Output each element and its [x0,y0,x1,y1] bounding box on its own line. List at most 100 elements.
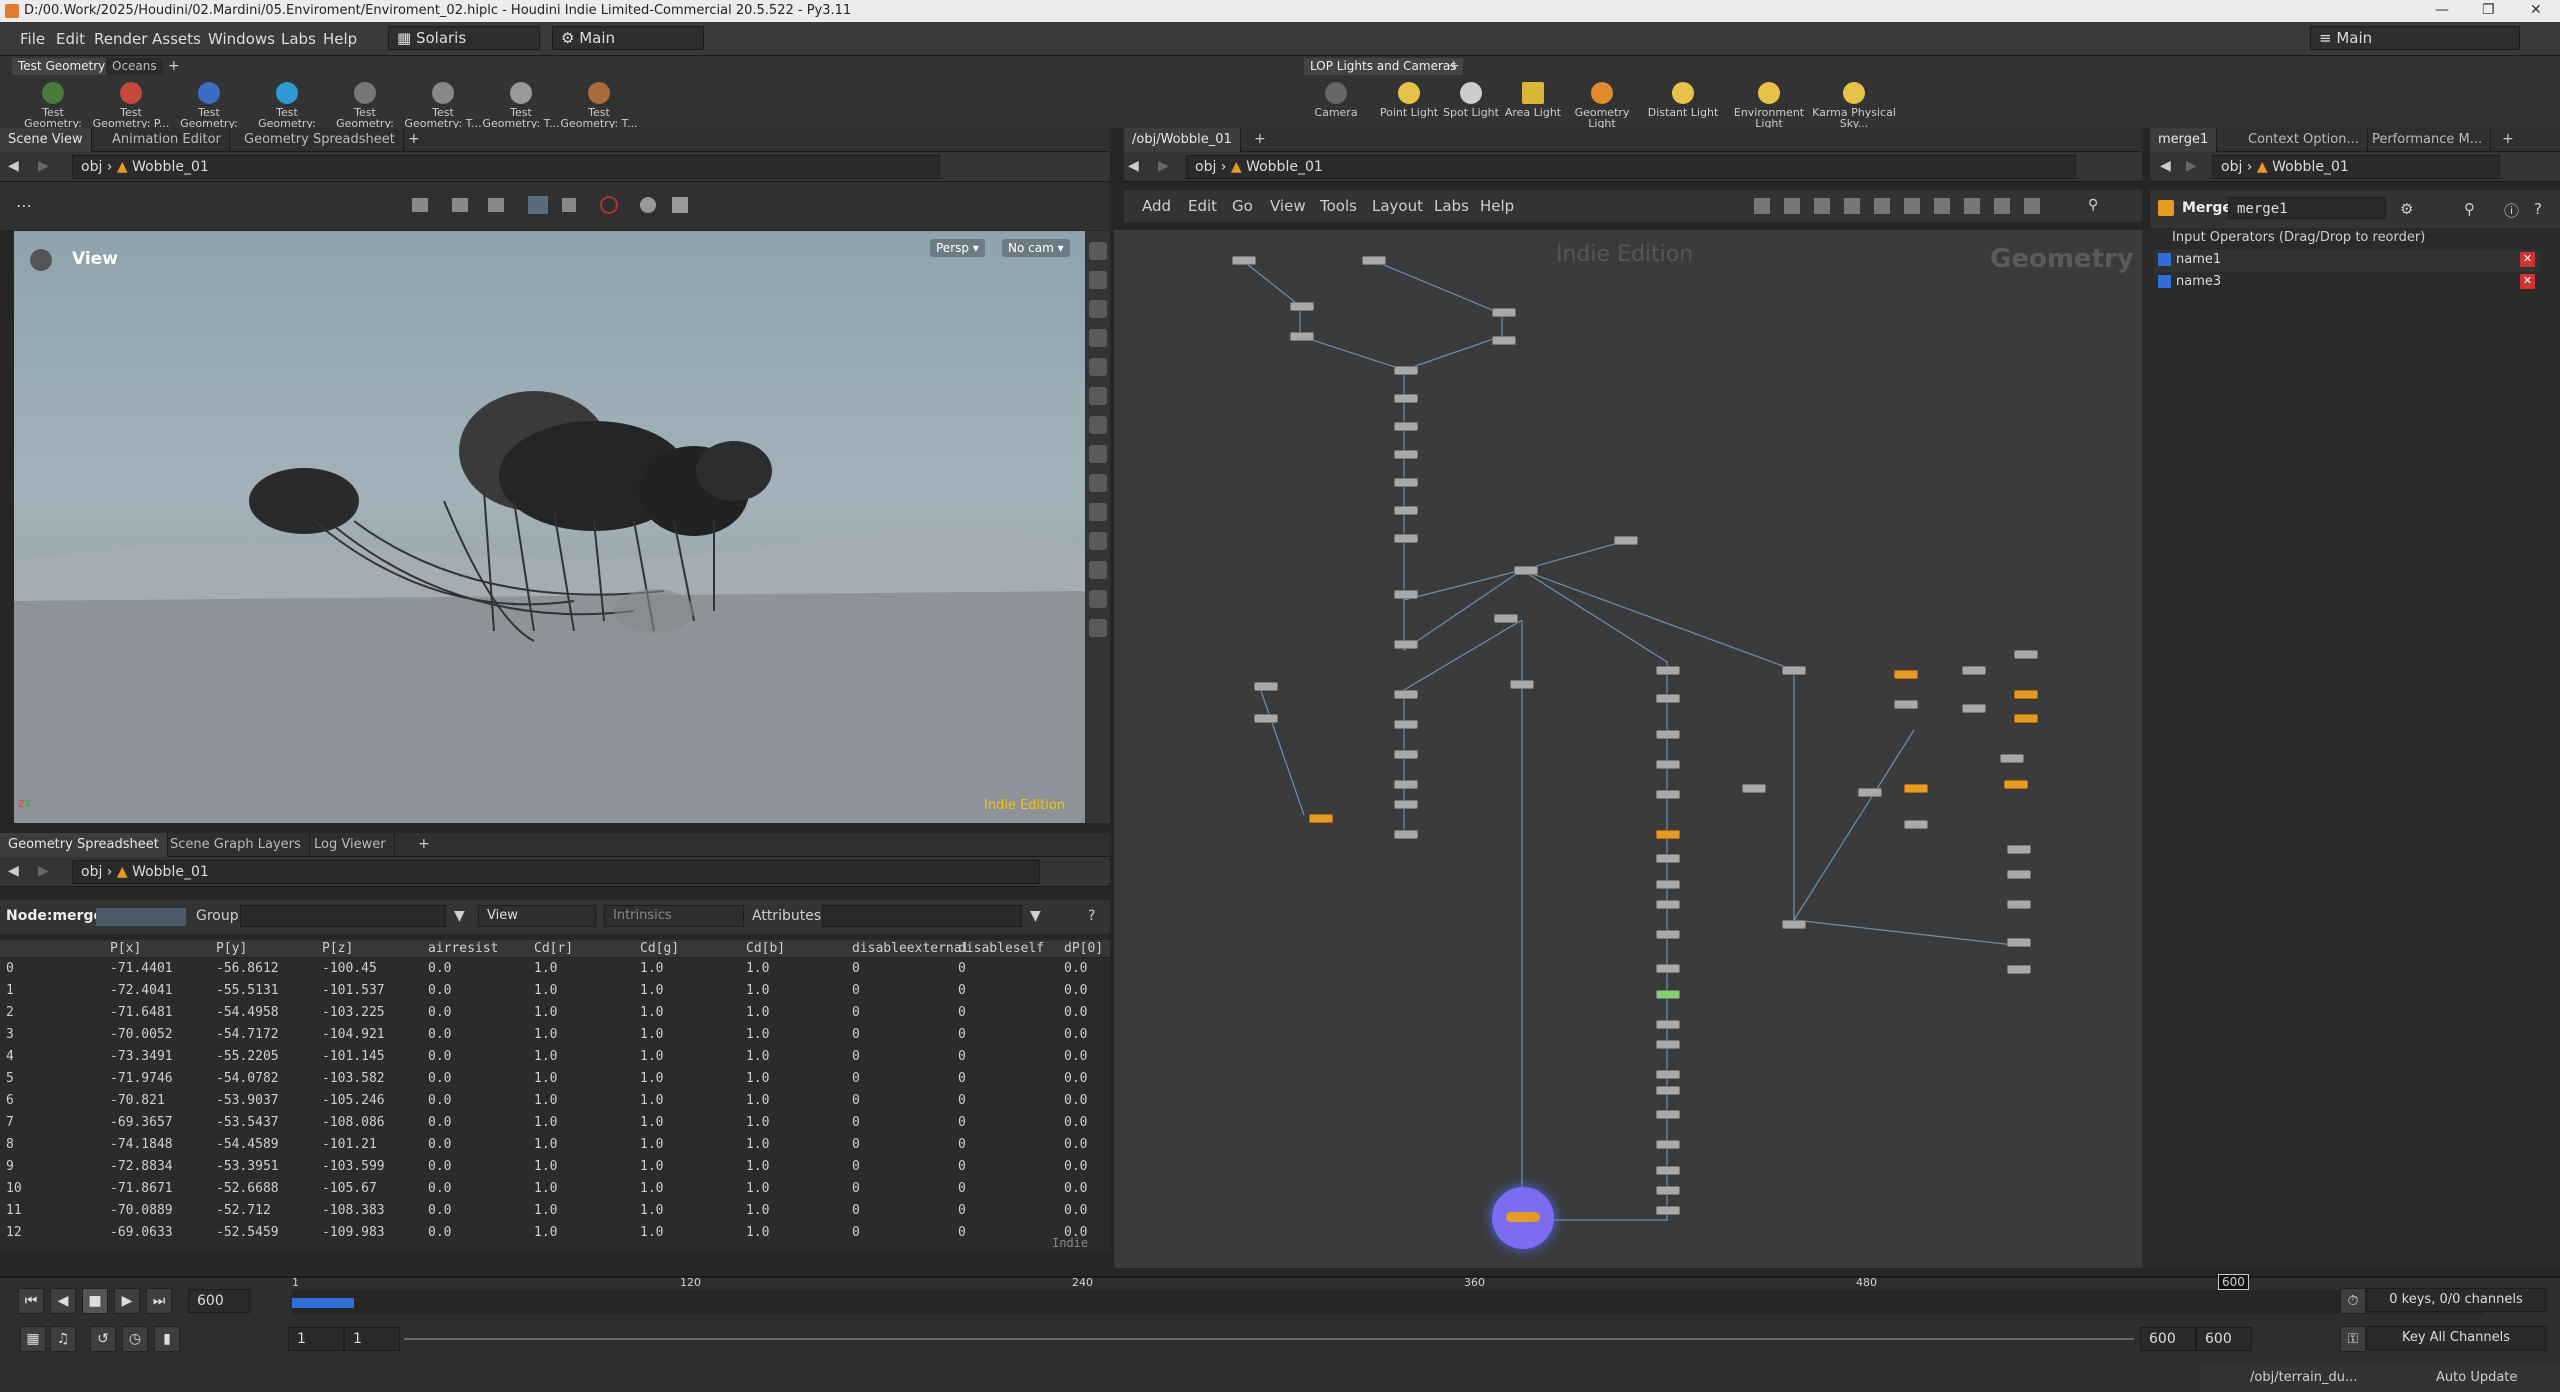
table-row[interactable]: 5 -71.9746 -54.0782 -103.582 0.0 1.0 1.0 1.0 0 0 0… [0,1068,1110,1090]
network-node[interactable] [1394,534,1418,543]
realtime-icon[interactable]: ⏱ [2340,1288,2366,1314]
col-header[interactable]: dP[0] [1064,941,1103,956]
network-node[interactable] [1394,394,1418,403]
col-header[interactable]: P[x] [110,941,141,956]
col-header[interactable]: Cd[r] [534,941,573,956]
input-row[interactable]: name3 ✕ [2154,272,2540,294]
menu-render[interactable]: Render [94,30,147,48]
network-node[interactable] [1656,930,1680,939]
info-icon[interactable]: ⓘ [2504,200,2519,221]
table-row[interactable]: 12 -69.0633 -52.5459 -109.983 0.0 1.0 1.0 1.0 0 0… [0,1222,1110,1244]
menu-tools[interactable]: Tools [1320,197,1357,215]
params-path-field[interactable]: obj › ▲ Wobble_01 [2212,155,2500,179]
range-start-field[interactable]: 1 [344,1327,400,1351]
camera-menu[interactable]: No cam ▾ [1002,239,1070,257]
network-node[interactable] [1656,964,1680,973]
bookmark-icon[interactable]: ▦ [20,1326,46,1352]
col-header[interactable]: Cd[g] [640,941,679,956]
environment-light-tool[interactable]: Environment Light [1726,80,1812,129]
network-node[interactable] [1656,1020,1680,1029]
menu-view[interactable]: View [1270,197,1306,215]
tab-geometry-spreadsheet[interactable]: Geometry Spreadsheet [0,833,168,857]
table-row[interactable]: 8 -74.1848 -54.4589 -101.21 0.0 1.0 1.0 1.0 0 0 0.… [0,1134,1110,1156]
menu-edit[interactable]: Edit [56,30,85,48]
network-node[interactable] [1656,1070,1680,1079]
network-node[interactable] [1656,1186,1680,1195]
menu-labs[interactable]: Labs [281,30,316,48]
range-slider[interactable] [404,1338,2134,1340]
network-node[interactable] [1656,900,1680,909]
network-node[interactable] [1656,666,1680,675]
pane-splitter[interactable] [2142,230,2150,1268]
close-icon[interactable]: ✕ [2530,2,2542,18]
forward-icon[interactable]: ▶ [2186,158,2197,174]
network-editor[interactable]: Indie Edition Geometry [1114,230,2142,1268]
network-node[interactable] [1656,694,1680,703]
network-node[interactable] [1656,830,1680,839]
table-row[interactable]: 4 -73.3491 -55.2205 -101.145 0.0 1.0 1.0 1.0 0 0 0… [0,1046,1110,1068]
handle-tool-icon[interactable] [488,198,504,212]
network-node[interactable] [1656,1140,1680,1149]
auto-update-button[interactable]: Auto Update [2436,1370,2517,1385]
shading-icon[interactable] [1088,416,1107,434]
network-node[interactable] [1742,784,1766,793]
back-icon[interactable]: ◀ [2160,158,2171,174]
tab-scene-graph-layers[interactable]: Scene Graph Layers [162,833,310,857]
key-all-channels-dropdown[interactable]: Key All Channels [2366,1326,2546,1350]
network-node[interactable] [1232,256,1256,265]
network-path-field[interactable]: obj › ▲ Wobble_01 [1186,155,2076,179]
network-node[interactable] [1656,1040,1680,1049]
network-node[interactable] [1894,700,1918,709]
menu-layout[interactable]: Layout [1372,197,1423,215]
menu-file[interactable]: File [20,30,45,48]
loop-icon[interactable]: ↺ [90,1326,116,1352]
network-node[interactable] [2014,714,2038,723]
persp-menu[interactable]: Persp ▾ [930,239,985,257]
network-node[interactable] [1656,760,1680,769]
spreadsheet-path-field[interactable]: obj › ▲ Wobble_01 [72,860,1040,884]
input-drag-icon[interactable] [2158,275,2171,288]
col-header[interactable]: P[z] [322,941,353,956]
network-node[interactable] [1656,1110,1680,1119]
distant-light-tool[interactable]: Distant Light [1640,80,1726,129]
network-tool-icons[interactable] [1754,198,2054,214]
display-option-icon[interactable] [1088,329,1107,347]
remove-input-icon[interactable]: ✕ [2520,274,2535,289]
network-node[interactable] [1656,854,1680,863]
network-node[interactable] [1394,750,1418,759]
col-header[interactable]: disableself [958,941,1044,956]
network-node[interactable] [1290,302,1314,311]
group-field[interactable] [240,905,446,927]
scene-path-field[interactable]: obj › ▲ Wobble_01 [72,155,940,179]
filter-icon[interactable]: ▼ [1030,908,1041,924]
col-header[interactable]: disableexternal [852,941,969,956]
view-dropdown[interactable]: View [478,905,596,927]
display-option-icon[interactable] [1088,503,1107,521]
search-icon[interactable]: ⚲ [2464,200,2475,218]
network-node[interactable] [2014,650,2038,659]
table-row[interactable]: 9 -72.8834 -53.3951 -103.599 0.0 1.0 1.0 1.0 0 0 0… [0,1156,1110,1178]
start-frame-field[interactable]: 1 [288,1327,344,1351]
node-name-field[interactable]: merge1 [2228,197,2386,219]
minimize-icon[interactable]: — [2435,2,2449,18]
table-row[interactable]: 3 -70.0052 -54.7172 -104.921 0.0 1.0 1.0 1.0 0 0 0… [0,1024,1110,1046]
shelf-tab-oceans[interactable]: Oceans [106,58,163,75]
light-icon[interactable] [1088,358,1107,376]
keyframe-icon[interactable]: ▮ [154,1326,180,1352]
add-tab-icon[interactable]: + [2502,131,2514,147]
add-shelf-tab-icon[interactable]: + [168,58,180,74]
realtime-toggle-icon[interactable]: ◷ [122,1326,148,1352]
menu-windows[interactable]: Windows [208,30,275,48]
pen-icon[interactable] [1088,561,1107,579]
network-node[interactable] [2007,938,2031,947]
range-end-field[interactable]: 600 [2140,1327,2196,1351]
tab-log-viewer[interactable]: Log Viewer [306,833,395,857]
network-node[interactable] [1394,478,1418,487]
network-node[interactable] [1394,690,1418,699]
forward-icon[interactable]: ▶ [38,158,49,174]
menu-labs[interactable]: Labs [1434,197,1469,215]
network-node[interactable] [1962,666,1986,675]
timeline-bar[interactable]: 1 120 240 360 480 600 [292,1274,2484,1314]
network-node[interactable] [1394,830,1418,839]
forward-icon[interactable]: ▶ [1158,158,1169,174]
